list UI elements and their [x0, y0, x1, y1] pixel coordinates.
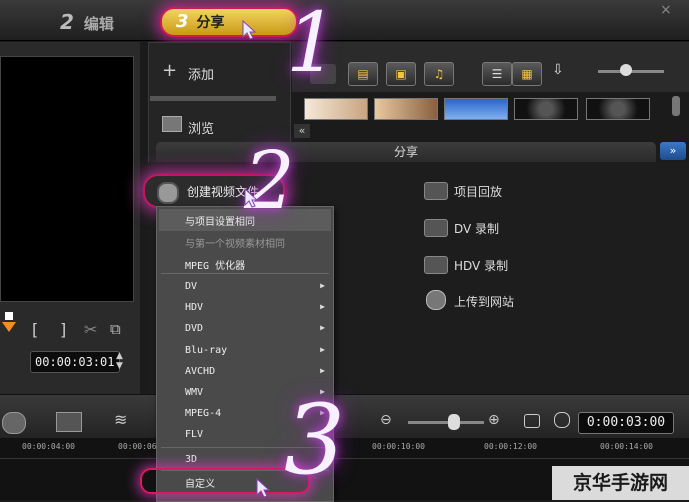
library-thumbnail[interactable] — [444, 98, 508, 120]
mark-out-button[interactable]: ] — [60, 320, 66, 339]
film-reel-icon — [157, 182, 179, 204]
step-share-number: 3 — [176, 11, 189, 32]
menu-item-avchd-label: AVCHD — [185, 366, 216, 377]
zoom-slider[interactable] — [408, 421, 484, 424]
music-filter-button[interactable]: ♫ — [424, 62, 454, 86]
project-playback-label: 项目回放 — [454, 185, 503, 199]
menu-item-mpeg4-label: MPEG-4 — [185, 408, 222, 419]
menu-item-hdv[interactable]: HDV ▶ — [185, 302, 331, 313]
stepper-up-icon[interactable]: ▲ — [116, 351, 123, 361]
library-thumbnail[interactable] — [374, 98, 438, 120]
step-edit-number: 2 — [60, 10, 74, 34]
menu-divider — [161, 273, 329, 274]
menu-item-flv-label: FLV — [185, 429, 204, 440]
mouse-cursor-icon — [244, 188, 258, 208]
thumb-size-slider-knob[interactable] — [620, 64, 632, 76]
expand-button[interactable]: » — [660, 142, 686, 160]
submenu-arrow-icon: ▶ — [320, 302, 325, 311]
preview-screen — [0, 56, 134, 302]
mouse-cursor-icon — [256, 478, 270, 498]
zoom-slider-knob[interactable] — [448, 414, 460, 430]
menu-item-same-as-first-clip: 与第一个视频素材相同 — [185, 239, 285, 250]
timecode-stepper[interactable]: ▲ ▼ — [116, 351, 123, 371]
step-3-ornament: 3 — [284, 384, 346, 496]
step-edit-label: 编辑 — [83, 15, 114, 33]
submenu-arrow-icon: ▶ — [320, 281, 325, 290]
share-header: 分享 — [156, 142, 656, 162]
folder-icon — [162, 116, 182, 132]
sort-icon[interactable]: ⇩ — [552, 62, 564, 78]
library-scrollbar[interactable] — [672, 96, 680, 116]
submenu-arrow-icon: ▶ — [320, 345, 325, 354]
playback-icon — [424, 182, 448, 200]
video-filter-button[interactable]: ▤ — [348, 62, 378, 86]
close-icon[interactable]: × — [660, 2, 672, 18]
mark-in-button[interactable]: [ — [32, 320, 38, 339]
submenu-arrow-icon: ▶ — [320, 323, 325, 332]
timeline-tick: 00:00:14:00 — [600, 442, 653, 451]
step-edit-tab[interactable]: 2 编辑 — [60, 10, 114, 34]
add-label: 添加 — [188, 68, 215, 83]
library-thumbnail[interactable] — [514, 98, 578, 120]
copy-icon[interactable]: ⧉ — [110, 320, 121, 338]
menu-item-dv-label: DV — [185, 281, 198, 292]
camcorder-icon — [424, 219, 448, 237]
menu-item-dv[interactable]: DV ▶ — [185, 281, 331, 292]
preview-timecode[interactable]: 00:00:03:01 — [30, 351, 120, 373]
add-button[interactable]: + 添加 — [160, 52, 288, 92]
step-share-label: 分享 — [196, 15, 225, 31]
panel-divider — [150, 96, 276, 101]
menu-item-bluray[interactable]: Blu-ray ▶ — [185, 345, 331, 356]
library-thumbnail[interactable] — [304, 98, 368, 120]
camcorder-icon — [424, 256, 448, 274]
collapse-library-button[interactable]: « — [294, 124, 310, 138]
hdv-record-label: HDV 录制 — [454, 259, 509, 273]
browse-label: 浏览 — [188, 122, 215, 137]
photo-filter-button[interactable]: ▣ — [386, 62, 416, 86]
submenu-arrow-icon: ▶ — [320, 366, 325, 375]
mouse-cursor-icon — [242, 20, 256, 40]
menu-item-avchd[interactable]: AVCHD ▶ — [185, 366, 331, 377]
menu-item-dvd[interactable]: DVD ▶ — [185, 323, 331, 334]
thumbnail-view-button[interactable]: ▦ — [512, 62, 542, 86]
trim-marker-icon[interactable] — [2, 312, 16, 336]
step-share-tab[interactable]: 3 分享 — [160, 7, 298, 37]
film-reel-icon[interactable] — [2, 412, 26, 434]
menu-item-dvd-label: DVD — [185, 323, 204, 334]
menu-item-3d[interactable]: 3D — [185, 454, 197, 465]
zoom-out-icon[interactable]: ⊖ — [380, 412, 392, 428]
step-1-ornament: 1 — [286, 0, 339, 91]
globe-icon — [426, 290, 446, 310]
step-2-ornament: 2 — [244, 134, 295, 227]
timeline-tick: 00:00:12:00 — [484, 442, 537, 451]
project-duration-timecode[interactable]: 0:00:03:00 — [578, 412, 674, 434]
watermark: 京华手游网 — [552, 466, 689, 500]
list-view-button[interactable]: ☰ — [482, 62, 512, 86]
menu-item-wmv-label: WMV — [185, 387, 204, 398]
timeline-tick: 00:00:10:00 — [372, 442, 425, 451]
upload-web-label: 上传到网站 — [454, 295, 515, 309]
fit-project-icon[interactable] — [524, 414, 540, 428]
plus-icon: + — [162, 60, 178, 81]
dv-record-label: DV 录制 — [454, 222, 500, 236]
clock-icon — [554, 412, 570, 428]
menu-item-mpeg-optimizer[interactable]: MPEG 优化器 — [185, 257, 245, 272]
library-thumbnail[interactable] — [586, 98, 650, 120]
stepper-down-icon[interactable]: ▼ — [116, 361, 123, 371]
timeline-tick: 00:00:04:00 — [22, 442, 75, 451]
scissors-icon[interactable]: ✂ — [84, 320, 97, 339]
storyboard-icon[interactable] — [56, 412, 82, 432]
menu-item-hdv-label: HDV — [185, 302, 204, 313]
zoom-in-icon[interactable]: ⊕ — [488, 412, 500, 428]
audio-wave-icon[interactable]: ≋ — [114, 410, 127, 429]
menu-item-bluray-label: Blu-ray — [185, 345, 228, 356]
